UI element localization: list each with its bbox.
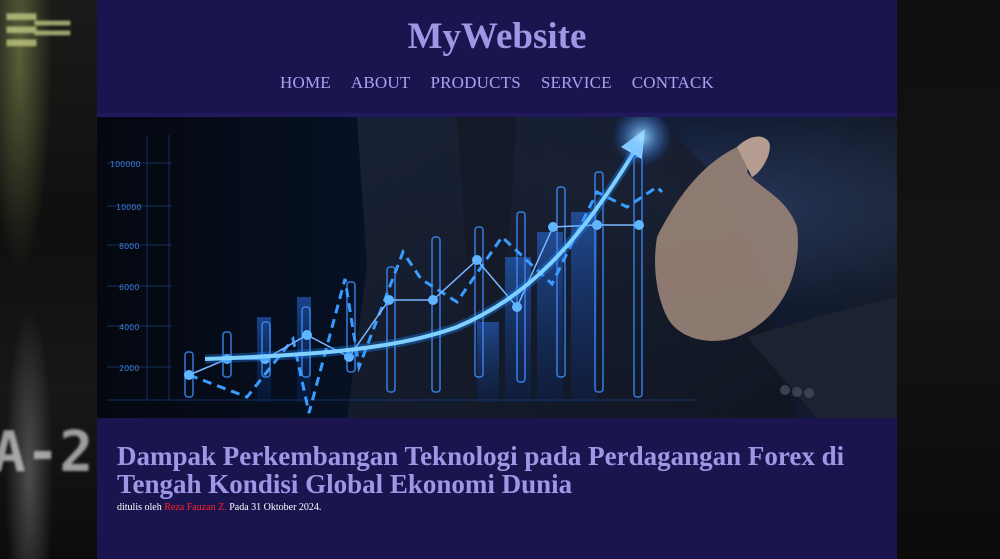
nav-service[interactable]: SERVICE <box>541 73 612 92</box>
site-title: MyWebsite <box>407 16 587 57</box>
axis-label: 4000 <box>119 323 139 332</box>
article-section: Dampak Perkembangan Teknologi pada Perda… <box>117 442 887 513</box>
axis-label: 10000 <box>116 203 141 212</box>
axis-label: 100000 <box>110 160 141 169</box>
byline-prefix: ditulis oleh <box>117 502 162 513</box>
article-title[interactable]: Dampak Perkembangan Teknologi pada Perda… <box>117 442 887 498</box>
page-container: MyWebsite HOME ABOUT PRODUCTS SERVICE CO… <box>97 0 897 559</box>
nav-contack[interactable]: CONTACK <box>632 73 714 92</box>
hero-image: 100000 10000 8000 6000 4000 2000 <box>97 117 897 418</box>
axis-label: 2000 <box>119 364 139 373</box>
background-decor-glyph: ≡═ <box>4 0 70 62</box>
site-header: MyWebsite HOME ABOUT PRODUCTS SERVICE CO… <box>97 0 897 117</box>
axis-label: 8000 <box>119 242 139 251</box>
nav-products[interactable]: PRODUCTS <box>430 73 520 92</box>
hero-illustration: 100000 10000 8000 6000 4000 2000 <box>107 117 897 418</box>
nav-home[interactable]: HOME <box>280 73 331 92</box>
background-photo-left: ≡═ A-2 <box>0 0 97 559</box>
author-name[interactable]: Reza Fauzan Z. <box>164 502 226 513</box>
background-decor-glyph: A-2 <box>0 420 94 485</box>
background-photo-right <box>897 0 1000 559</box>
article-byline: ditulis oleh Reza Fauzan Z. Pada 31 Okto… <box>117 502 887 513</box>
axis-label: 6000 <box>119 283 139 292</box>
byline-date: Pada 31 Oktober 2024. <box>229 502 322 513</box>
nav-about[interactable]: ABOUT <box>351 73 411 92</box>
main-nav: HOME ABOUT PRODUCTS SERVICE CONTACK <box>97 73 897 93</box>
